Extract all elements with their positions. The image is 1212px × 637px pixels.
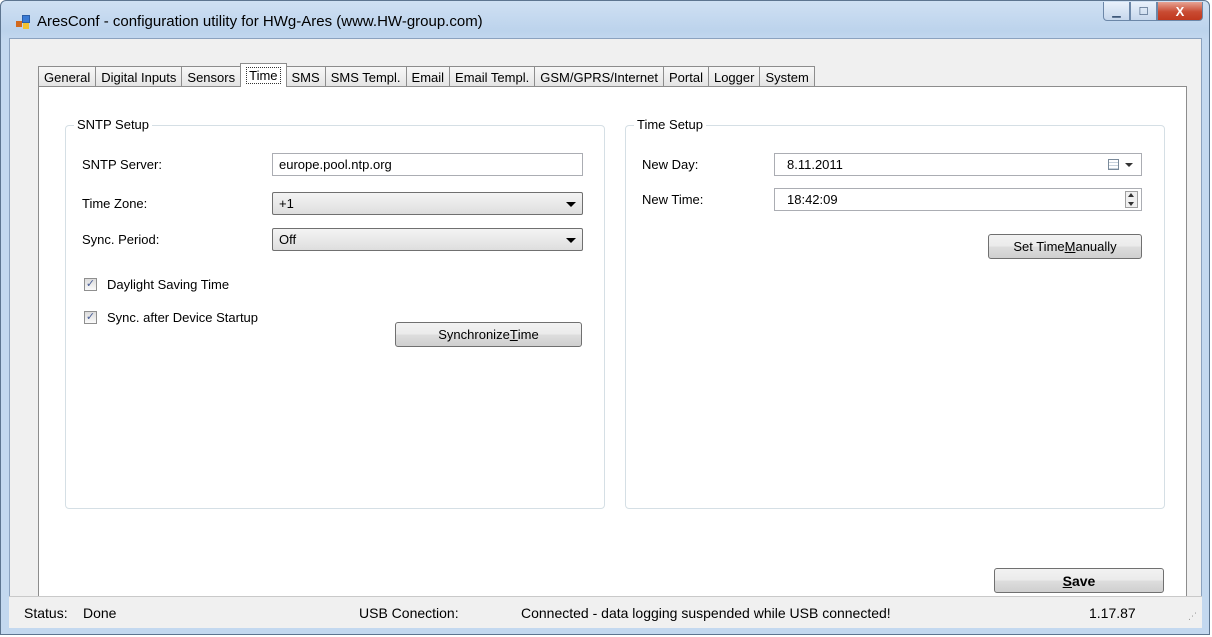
title-bar[interactable]: AresConf - configuration utility for HWg…: [1, 1, 1209, 41]
maximize-button[interactable]: ☐: [1130, 2, 1157, 21]
minimize-button[interactable]: ▁: [1103, 2, 1130, 21]
set-time-manually-button[interactable]: Set Time Manually: [988, 234, 1142, 259]
time-zone-label: Time Zone:: [82, 196, 148, 211]
time-zone-value: +1: [279, 196, 294, 211]
chevron-down-icon: [566, 202, 576, 207]
checkbox-checked-icon: ✓: [84, 278, 97, 291]
version-text: 1.17.87: [1089, 605, 1136, 621]
chevron-down-icon: [566, 238, 576, 243]
usb-connection-label: USB Conection:: [359, 605, 459, 621]
new-day-value: 8.11.2011: [787, 157, 843, 172]
resize-grip-icon[interactable]: ⋰: [1188, 612, 1198, 624]
sync-after-startup-label: Sync. after Device Startup: [107, 310, 259, 325]
chevron-down-icon: [1125, 163, 1133, 167]
daylight-saving-label: Daylight Saving Time: [107, 277, 230, 292]
tab-email-templ[interactable]: Email Templ.: [449, 66, 536, 87]
sntp-setup-title: SNTP Setup: [74, 117, 153, 132]
sntp-server-input[interactable]: europe.pool.ntp.org: [272, 153, 583, 176]
tab-sms-templ[interactable]: SMS Templ.: [324, 66, 407, 87]
calendar-icon[interactable]: [1108, 159, 1119, 170]
tab-digital-inputs[interactable]: Digital Inputs: [95, 66, 183, 87]
close-icon: X: [1175, 3, 1185, 19]
tab-sms[interactable]: SMS: [285, 66, 326, 87]
time-tab-panel: SNTP Setup SNTP Server: europe.pool.ntp.…: [38, 86, 1187, 606]
time-setup-group: Time Setup New Day: 8.11.2011 New Time: …: [625, 117, 1165, 509]
time-setup-title: Time Setup: [634, 117, 706, 132]
save-button[interactable]: Save: [994, 568, 1164, 593]
sync-after-startup-checkbox[interactable]: ✓ Sync. after Device Startup: [84, 310, 258, 325]
window-controls: ▁ ☐ X: [1103, 2, 1203, 21]
new-time-input[interactable]: 18:42:09: [774, 188, 1142, 211]
status-label: Status:: [24, 605, 68, 621]
tab-portal[interactable]: Portal: [663, 66, 709, 87]
time-spinner[interactable]: [1125, 191, 1138, 208]
usb-connection-value: Connected - data logging suspended while…: [521, 605, 891, 621]
sntp-setup-group: SNTP Setup SNTP Server: europe.pool.ntp.…: [65, 117, 605, 509]
maximize-icon: ☐: [1138, 5, 1149, 18]
time-zone-select[interactable]: +1: [272, 192, 583, 215]
new-day-datepicker[interactable]: 8.11.2011: [774, 153, 1142, 176]
tab-time[interactable]: Time: [240, 63, 287, 87]
daylight-saving-checkbox[interactable]: ✓ Daylight Saving Time: [84, 277, 229, 292]
synchronize-time-button[interactable]: Synchronize Time: [395, 322, 582, 347]
sntp-server-label: SNTP Server:: [82, 157, 162, 172]
new-day-label: New Day:: [642, 157, 699, 172]
sync-period-select[interactable]: Off: [272, 228, 583, 251]
sync-period-value: Off: [279, 232, 297, 247]
status-value: Done: [83, 605, 117, 621]
tab-email[interactable]: Email: [405, 66, 451, 87]
new-time-label: New Time:: [642, 192, 704, 207]
window-title: AresConf - configuration utility for HWg…: [37, 13, 483, 30]
tab-gsm-gprs-internet[interactable]: GSM/GPRS/Internet: [534, 66, 664, 87]
status-bar: Status: Done USB Conection: Connected - …: [9, 596, 1202, 628]
checkbox-checked-icon: ✓: [84, 311, 97, 324]
tab-general[interactable]: General: [38, 66, 97, 87]
sync-period-label: Sync. Period:: [82, 232, 160, 247]
tab-sensors[interactable]: Sensors: [181, 66, 242, 87]
spin-up-icon: [1128, 193, 1134, 197]
close-button[interactable]: X: [1157, 2, 1203, 21]
tab-logger[interactable]: Logger: [707, 66, 761, 87]
app-icon: [16, 15, 30, 29]
tab-strip: General Digital Inputs Sensors Time SMS …: [38, 63, 815, 87]
client-area: General Digital Inputs Sensors Time SMS …: [9, 38, 1202, 627]
tab-system[interactable]: System: [759, 66, 815, 87]
minimize-icon: ▁: [1112, 5, 1121, 18]
spin-down-icon: [1128, 202, 1134, 206]
app-window: AresConf - configuration utility for HWg…: [0, 0, 1210, 635]
new-time-value: 18:42:09: [787, 192, 838, 207]
